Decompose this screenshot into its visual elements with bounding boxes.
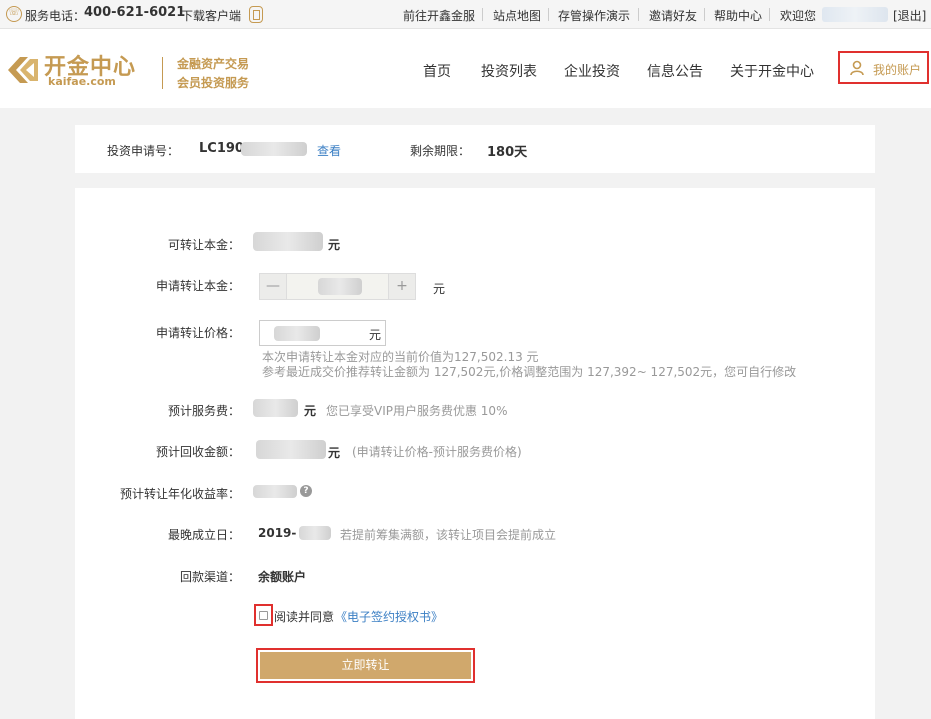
- service-fee-label: 预计服务费：: [167, 404, 240, 418]
- nav-invest-list[interactable]: 投资列表: [481, 61, 537, 81]
- link-sitemap[interactable]: 站点地图: [493, 7, 541, 24]
- link-kaixin[interactable]: 前往开鑫金服: [403, 7, 475, 24]
- submit-button-highlight: 立即转让: [256, 648, 475, 683]
- view-link[interactable]: 查看: [317, 142, 341, 159]
- link-invite[interactable]: 邀请好友: [649, 7, 697, 24]
- apply-price-redacted: [274, 326, 320, 341]
- latest-date-label: 最晚成立日：: [167, 528, 240, 542]
- nav-enterprise[interactable]: 企业投资: [564, 61, 620, 81]
- download-client-link[interactable]: 下载客户端: [181, 7, 241, 24]
- latest-date-redacted: [299, 526, 331, 540]
- apply-principal-redacted: [318, 278, 362, 295]
- receive-amount-hint: (申请转让价格-预计服务费价格): [352, 445, 522, 459]
- latest-date-hint: 若提前筹集满额，该转让项目会提前成立: [340, 528, 557, 542]
- remaining-term-value: 180天: [487, 145, 528, 160]
- apply-principal-unit: 元: [433, 282, 446, 296]
- slogan-line-1: 金融资产交易: [177, 57, 250, 71]
- apply-no-value: LC190: [199, 141, 244, 156]
- my-account-label: 我的账户: [873, 63, 922, 77]
- my-account-button[interactable]: 我的账户: [838, 51, 929, 84]
- nav-about[interactable]: 关于开金中心: [730, 61, 814, 81]
- header: 开金中心 kaifae.com 金融资产交易 会员投资服务 首页 投资列表 企业…: [0, 29, 931, 108]
- apply-principal-label: 申请转让本金：: [155, 279, 240, 293]
- application-info: 投资申请号： LC190 查看 剩余期限： 180天: [75, 125, 875, 173]
- link-help[interactable]: 帮助中心: [714, 7, 762, 24]
- transfer-form: 可转让本金： 元 申请转让本金： — + 元 申请转让价格： 元 本次申请转让本…: [75, 188, 875, 719]
- apply-principal-stepper[interactable]: — +: [259, 273, 416, 300]
- remaining-term-label: 剩余期限：: [410, 144, 471, 158]
- transferable-principal-label: 可转让本金：: [167, 238, 240, 252]
- service-fee-unit: 元: [304, 404, 317, 418]
- receive-amount-unit: 元: [328, 446, 341, 460]
- link-demo[interactable]: 存管操作演示: [558, 7, 630, 24]
- transfer-now-button[interactable]: 立即转让: [260, 652, 471, 679]
- phone-icon: ☏: [6, 6, 22, 22]
- latest-date-value: 2019-: [258, 526, 297, 540]
- agree-checkbox[interactable]: [259, 611, 268, 620]
- payback-channel-value: 余额账户: [258, 570, 307, 584]
- service-fee-redacted: [253, 399, 298, 417]
- nav-home[interactable]: 首页: [423, 61, 451, 81]
- service-fee-hint: 您已享受VIP用户服务费优惠 10%: [326, 404, 508, 418]
- payback-channel-label: 回款渠道：: [179, 570, 240, 584]
- nav-announcements[interactable]: 信息公告: [647, 61, 703, 81]
- apply-price-input[interactable]: 元: [259, 320, 386, 346]
- annual-yield-label: 预计转让年化收益率：: [119, 487, 240, 501]
- transferable-principal-redacted: [253, 232, 323, 251]
- user-icon: [850, 60, 864, 76]
- mobile-icon[interactable]: [249, 6, 263, 23]
- logout-link[interactable]: [退出]: [893, 7, 926, 24]
- apply-no-redacted: [241, 142, 307, 156]
- transferable-principal-unit: 元: [328, 238, 341, 252]
- agree-checkbox-highlight[interactable]: [254, 604, 273, 626]
- apply-principal-input[interactable]: [288, 274, 388, 299]
- decrement-button[interactable]: —: [260, 274, 287, 299]
- top-bar: ☏ 服务电话： 400-621-6021 下载客户端 前往开鑫金服 站点地图 存…: [0, 0, 931, 29]
- receive-amount-label: 预计回收金额：: [155, 445, 240, 459]
- service-label: 服务电话：: [25, 9, 86, 23]
- welcome-text: 欢迎您: [780, 9, 817, 23]
- e-sign-authorization-link[interactable]: 《电子签约授权书》: [335, 608, 443, 625]
- price-hint-recommended: 参考最近成交价推荐转让金额为 127,502元,价格调整范围为 127,392~…: [262, 365, 797, 379]
- slogan-line-2: 会员投资服务: [177, 76, 250, 90]
- annual-yield-redacted: [253, 485, 297, 498]
- apply-no-label: 投资申请号：: [107, 144, 180, 158]
- logo-divider: [162, 57, 163, 89]
- help-icon[interactable]: ?: [300, 485, 312, 497]
- receive-amount-redacted: [256, 440, 326, 459]
- username-redacted: [822, 7, 888, 22]
- agree-text: 阅读并同意: [274, 610, 335, 624]
- logo-icon[interactable]: [6, 55, 40, 85]
- service-phone: 400-621-6021: [84, 5, 186, 20]
- apply-price-unit: 元: [368, 328, 381, 342]
- increment-button[interactable]: +: [388, 274, 415, 299]
- logo-domain: kaifae.com: [48, 75, 116, 88]
- apply-price-label: 申请转让价格：: [155, 326, 240, 340]
